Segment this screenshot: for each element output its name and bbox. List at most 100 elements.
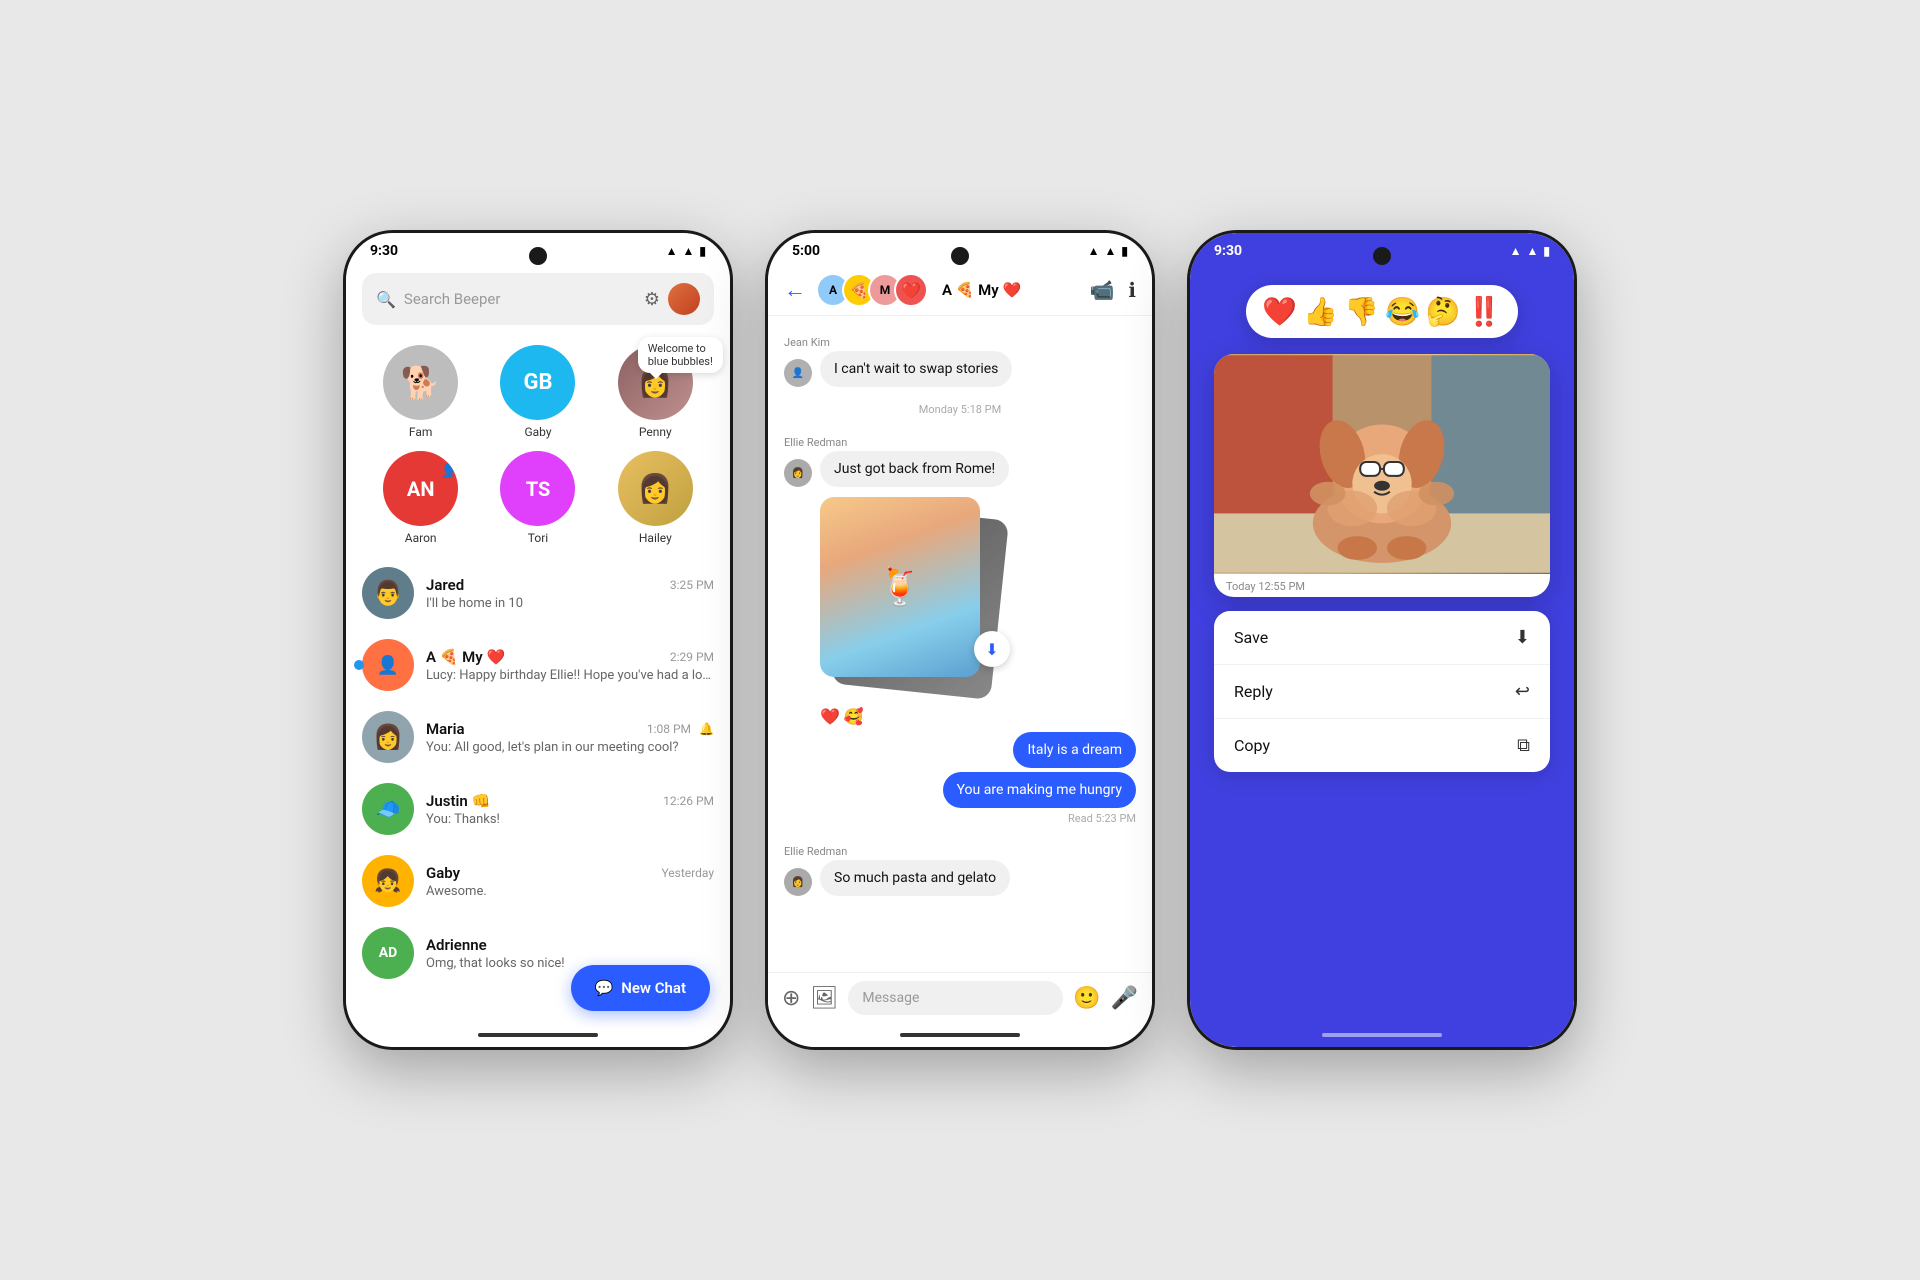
header-avatars: A 🍕 M ❤️ bbox=[816, 273, 928, 307]
justin-preview: You: Thanks! bbox=[426, 812, 714, 827]
user-avatar[interactable] bbox=[668, 283, 700, 315]
sender-ellie-label-container-1: Ellie Redman 👩 Just got back from Rome! bbox=[784, 428, 1136, 487]
pinned-aaron[interactable]: AN 👤 Aaron bbox=[383, 451, 458, 545]
jared-content: Jared 3:25 PM I'll be home in 10 bbox=[426, 576, 714, 611]
pinned-fam-avatar: 🐕 bbox=[383, 345, 458, 420]
signal-icon-3: ▲ bbox=[1527, 244, 1539, 258]
sender-ellie-label-container-2: Ellie Redman 👩 So much pasta and gelato bbox=[784, 837, 1136, 896]
reaction-laugh-btn[interactable]: 😂 bbox=[1385, 295, 1420, 328]
download-button[interactable]: ⬇ bbox=[974, 631, 1010, 667]
wifi-icon-3: ▲ bbox=[1510, 244, 1522, 258]
emoji-reaction-bar: ❤️ 👍 👎 😂 🤔 ‼️ bbox=[1246, 285, 1517, 338]
status-icons-3: ▲ ▲ ▮ bbox=[1510, 244, 1550, 258]
message-row-1: 👤 I can't wait to swap stories bbox=[784, 351, 1136, 387]
maria-content: Maria 1:08 PM 🔔 You: All good, let's pla… bbox=[426, 720, 714, 755]
copy-label: Copy bbox=[1234, 736, 1270, 755]
chat-item-maria[interactable]: 👩 Maria 1:08 PM 🔔 You: All good, let's p… bbox=[346, 701, 730, 773]
maria-time: 1:08 PM bbox=[647, 722, 691, 736]
reaction-heart-btn[interactable]: ❤️ bbox=[1262, 295, 1297, 328]
back-button[interactable]: ← bbox=[784, 277, 806, 303]
pinned-fam-label: Fam bbox=[409, 425, 432, 439]
pinned-penny[interactable]: 👩 Welcome toblue bubbles! Penny bbox=[618, 345, 693, 439]
signal-icon: ▲ bbox=[683, 244, 695, 258]
group-a-content: A 🍕 My ❤️ 2:29 PM Lucy: Happy birthday E… bbox=[426, 648, 714, 683]
context-save[interactable]: Save ⬇ bbox=[1214, 611, 1550, 665]
reply-label: Reply bbox=[1234, 682, 1273, 701]
reaction-exclaim-btn[interactable]: ‼️ bbox=[1467, 295, 1502, 328]
context-reply[interactable]: Reply ↩ bbox=[1214, 665, 1550, 719]
battery-icon-3: ▮ bbox=[1543, 244, 1550, 258]
reaction-thumbsup-btn[interactable]: 👍 bbox=[1303, 295, 1338, 328]
message-input[interactable]: Message bbox=[848, 981, 1063, 1015]
jared-time: 3:25 PM bbox=[670, 578, 714, 592]
mute-icon: 🔔 bbox=[699, 722, 714, 736]
info-icon[interactable]: ℹ bbox=[1128, 278, 1136, 302]
search-input[interactable]: Search Beeper bbox=[404, 290, 636, 308]
pinned-gaby[interactable]: GB Gaby bbox=[500, 345, 575, 439]
time-3: 9:30 bbox=[1214, 243, 1242, 259]
message-bubble-3: So much pasta and gelato bbox=[820, 860, 1010, 896]
settings-icon[interactable]: ⚙ bbox=[644, 289, 660, 310]
ellie-avatar-1: 👩 bbox=[784, 459, 812, 487]
message-row-2: 👩 Just got back from Rome! bbox=[784, 451, 1136, 487]
sent-messages-group: Italy is a dream You are making me hungr… bbox=[784, 732, 1136, 825]
sender-jean-label: Jean Kim bbox=[784, 336, 1136, 349]
pinned-hailey-avatar: 👩 bbox=[618, 451, 693, 526]
pinned-tori[interactable]: TS Tori bbox=[500, 451, 575, 545]
pinned-fam[interactable]: 🐕 Fam bbox=[383, 345, 458, 439]
ellie-avatar-2: 👩 bbox=[784, 868, 812, 896]
notch-3 bbox=[1373, 247, 1391, 265]
pinned-hailey[interactable]: 👩 Hailey bbox=[618, 451, 693, 545]
phone-2: 5:00 ▲ ▲ ▮ ← A 🍕 M ❤️ A 🍕 My ❤️ 📹 ℹ bbox=[765, 230, 1155, 1050]
voice-icon[interactable]: 🎤 bbox=[1111, 986, 1138, 1011]
pinned-tori-avatar: TS bbox=[500, 451, 575, 526]
reaction-thumbsdown-btn[interactable]: 👎 bbox=[1344, 295, 1379, 328]
notch-2 bbox=[951, 247, 969, 265]
jean-avatar: 👤 bbox=[784, 359, 812, 387]
new-chat-label: New Chat bbox=[621, 979, 686, 997]
chat-item-gaby[interactable]: 👧 Gaby Yesterday Awesome. bbox=[346, 845, 730, 917]
status-icons-2: ▲ ▲ ▮ bbox=[1088, 244, 1128, 258]
tooltip-bubble: Welcome toblue bubbles! bbox=[638, 337, 723, 373]
notch-1 bbox=[529, 247, 547, 265]
chat-thread-title: A 🍕 My ❤️ bbox=[942, 281, 1079, 299]
reaction-thinking-btn[interactable]: 🤔 bbox=[1426, 295, 1461, 328]
search-bar[interactable]: 🔍 Search Beeper ⚙ bbox=[362, 273, 714, 325]
add-attachment-icon[interactable]: ⊕ bbox=[782, 986, 800, 1011]
dog-photo-card: Today 12:55 PM bbox=[1214, 354, 1550, 597]
emoji-icon[interactable]: 🙂 bbox=[1073, 986, 1100, 1011]
media-icon[interactable]: 🖼 bbox=[810, 986, 838, 1011]
wifi-icon-2: ▲ bbox=[1088, 244, 1100, 258]
save-icon: ⬇ bbox=[1515, 627, 1530, 648]
jared-avatar: 👨 bbox=[362, 567, 414, 619]
chat-item-jared[interactable]: 👨 Jared 3:25 PM I'll be home in 10 bbox=[346, 557, 730, 629]
video-icon[interactable]: 📹 bbox=[1089, 278, 1114, 302]
time-2: 5:00 bbox=[792, 243, 820, 259]
pinned-aaron-avatar: AN 👤 bbox=[383, 451, 458, 526]
context-menu: Save ⬇ Reply ↩ Copy ⧉ bbox=[1214, 611, 1550, 772]
chat-item-justin[interactable]: 🧢 Justin 👊 12:26 PM You: Thanks! bbox=[346, 773, 730, 845]
gaby-name: Gaby bbox=[426, 864, 460, 882]
reaction-eyes[interactable]: 🥰 bbox=[844, 707, 864, 726]
chat-item-group-a[interactable]: 👤 A 🍕 My ❤️ 2:29 PM Lucy: Happy birthday… bbox=[346, 629, 730, 701]
sender-ellie-label: Ellie Redman bbox=[784, 436, 1136, 449]
reply-icon: ↩ bbox=[1515, 681, 1530, 702]
dog-photo-timestamp: Today 12:55 PM bbox=[1214, 574, 1550, 597]
gaby-preview: Awesome. bbox=[426, 884, 714, 899]
reactions-bar: ❤️ 🥰 bbox=[820, 707, 1136, 726]
signal-icon-2: ▲ bbox=[1105, 244, 1117, 258]
adrienne-name: Adrienne bbox=[426, 936, 487, 954]
unread-indicator bbox=[354, 660, 364, 670]
justin-name: Justin 👊 bbox=[426, 792, 490, 810]
phone-3: 9:30 ▲ ▲ ▮ ❤️ 👍 👎 😂 🤔 ‼️ bbox=[1187, 230, 1577, 1050]
time-1: 9:30 bbox=[370, 243, 398, 259]
maria-name: Maria bbox=[426, 720, 465, 738]
justin-avatar: 🧢 bbox=[362, 783, 414, 835]
group-a-name: A 🍕 My ❤️ bbox=[426, 648, 505, 666]
maria-preview: You: All good, let's plan in our meeting… bbox=[426, 740, 714, 755]
save-label: Save bbox=[1234, 628, 1268, 647]
reaction-heart[interactable]: ❤️ bbox=[820, 707, 840, 726]
context-copy[interactable]: Copy ⧉ bbox=[1214, 719, 1550, 772]
new-chat-button[interactable]: 💬 New Chat bbox=[571, 965, 710, 1011]
pinned-tori-label: Tori bbox=[528, 531, 548, 545]
